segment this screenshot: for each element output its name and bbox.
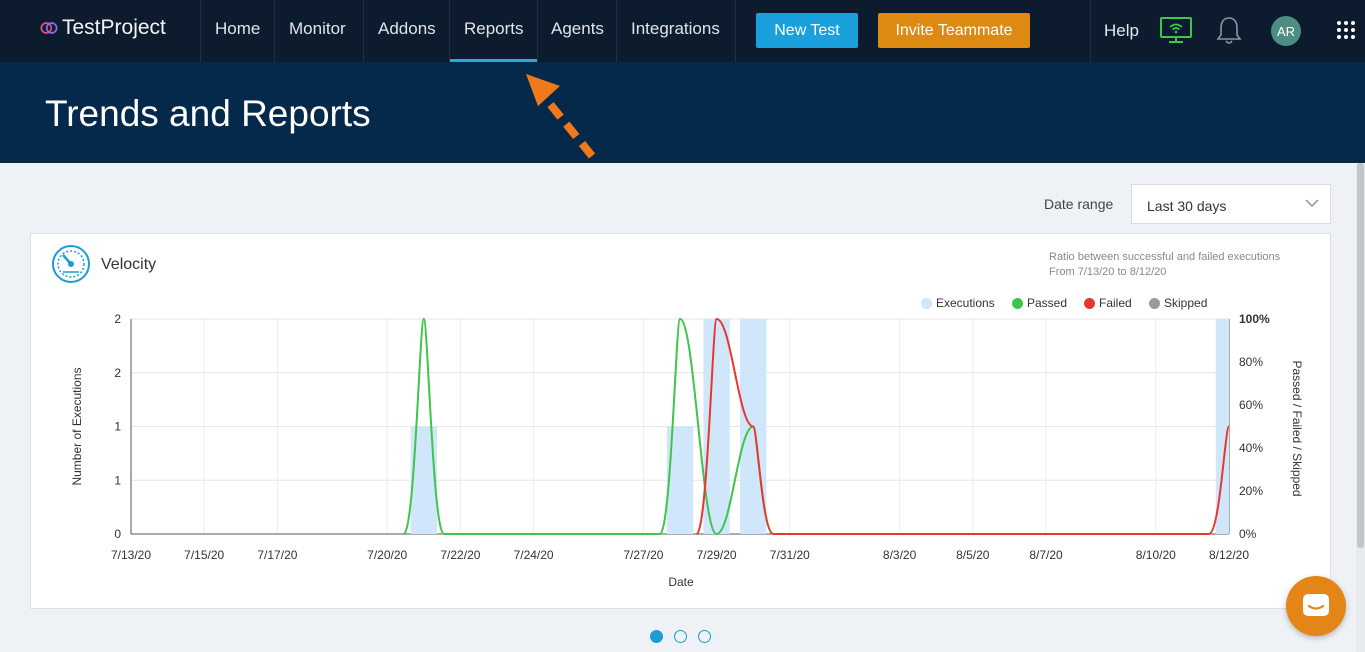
logo-text: TestProject <box>62 16 166 39</box>
y-tick-label: 1 <box>114 473 121 487</box>
x-tick-label: 7/31/20 <box>770 548 810 562</box>
y-tick-label: 1 <box>114 420 121 434</box>
x-tick-label: 8/10/20 <box>1136 548 1176 562</box>
nav-agents[interactable]: Agents <box>551 19 604 39</box>
y-axis-title: Number of Executions <box>70 367 84 485</box>
x-tick-label: 7/20/20 <box>367 548 407 562</box>
nav-divider <box>616 0 617 62</box>
x-tick-label: 7/13/20 <box>111 548 151 562</box>
x-tick-label: 7/22/20 <box>440 548 480 562</box>
nav-divider <box>1090 0 1091 62</box>
x-tick-label: 7/27/20 <box>623 548 663 562</box>
date-range-label: Date range <box>1044 196 1114 212</box>
nav-divider <box>200 0 201 62</box>
bell-icon[interactable] <box>1215 15 1243 47</box>
nav-divider <box>274 0 275 62</box>
x-tick-label: 8/7/20 <box>1029 548 1063 562</box>
app-logo[interactable]: TestProject <box>40 16 166 40</box>
carousel-dot[interactable] <box>674 630 687 643</box>
scrollbar-thumb[interactable] <box>1357 163 1364 548</box>
page-scrollbar[interactable] <box>1356 163 1365 652</box>
apps-grid-icon[interactable] <box>1336 20 1356 40</box>
nav-reports[interactable]: Reports <box>464 19 524 39</box>
x-tick-label: 8/12/20 <box>1209 548 1249 562</box>
testproject-logo-icon <box>40 22 58 34</box>
user-avatar[interactable]: AR <box>1271 16 1301 46</box>
y-right-tick-label: 40% <box>1239 441 1263 455</box>
velocity-chart: 011220%20%40%60%80%100%7/13/20 7/15/20 7/1… <box>70 312 1304 589</box>
new-test-button[interactable]: New Test <box>756 13 858 48</box>
annotation-arrow-icon <box>526 74 596 159</box>
date-range-select[interactable]: Last 30 days <box>1131 184 1331 224</box>
x-tick-label: 7/29/20 <box>697 548 737 562</box>
carousel-dot[interactable] <box>650 630 663 643</box>
carousel-dot[interactable] <box>698 630 711 643</box>
y-right-tick-label: 0% <box>1239 527 1257 541</box>
y-right-axis-title: Passed / Failed / Skipped <box>1290 360 1304 496</box>
x-tick-label: 7/15/20 <box>184 548 224 562</box>
help-link[interactable]: Help <box>1104 21 1139 41</box>
y-tick-label: 2 <box>114 312 121 326</box>
nav-addons[interactable]: Addons <box>378 19 436 39</box>
nav-divider <box>363 0 364 62</box>
nav-monitor[interactable]: Monitor <box>289 19 346 39</box>
y-tick-label: 0 <box>114 527 121 541</box>
page-header-banner: Trends and Reports <box>0 62 1365 163</box>
nav-divider <box>449 0 450 62</box>
x-tick-label: 8/3/20 <box>883 548 917 562</box>
y-right-tick-label: 60% <box>1239 398 1263 412</box>
chat-launcher-button[interactable] <box>1286 576 1346 636</box>
nav-divider <box>735 0 736 62</box>
x-tick-label: 7/24/20 <box>514 548 554 562</box>
nav-divider <box>537 0 538 62</box>
y-tick-label: 2 <box>114 366 121 380</box>
x-tick-label: 8/5/20 <box>956 548 990 562</box>
y-right-tick-label: 100% <box>1239 312 1270 326</box>
monitor-wifi-icon[interactable] <box>1159 16 1193 44</box>
nav-home[interactable]: Home <box>215 19 260 39</box>
y-right-tick-label: 20% <box>1239 484 1263 498</box>
x-axis-title: Date <box>668 575 694 589</box>
invite-teammate-button[interactable]: Invite Teammate <box>878 13 1030 48</box>
top-navbar: TestProject Home Monitor Addons Reports … <box>0 0 1365 63</box>
x-tick-label: 7/17/20 <box>257 548 297 562</box>
date-range-value: Last 30 days <box>1147 198 1227 214</box>
nav-integrations[interactable]: Integrations <box>631 19 720 39</box>
chevron-down-icon <box>1305 199 1319 208</box>
page-title: Trends and Reports <box>45 93 371 134</box>
velocity-card: Velocity Ratio between successful and fa… <box>30 233 1331 609</box>
y-right-tick-label: 80% <box>1239 355 1263 369</box>
chat-icon <box>1303 594 1329 616</box>
